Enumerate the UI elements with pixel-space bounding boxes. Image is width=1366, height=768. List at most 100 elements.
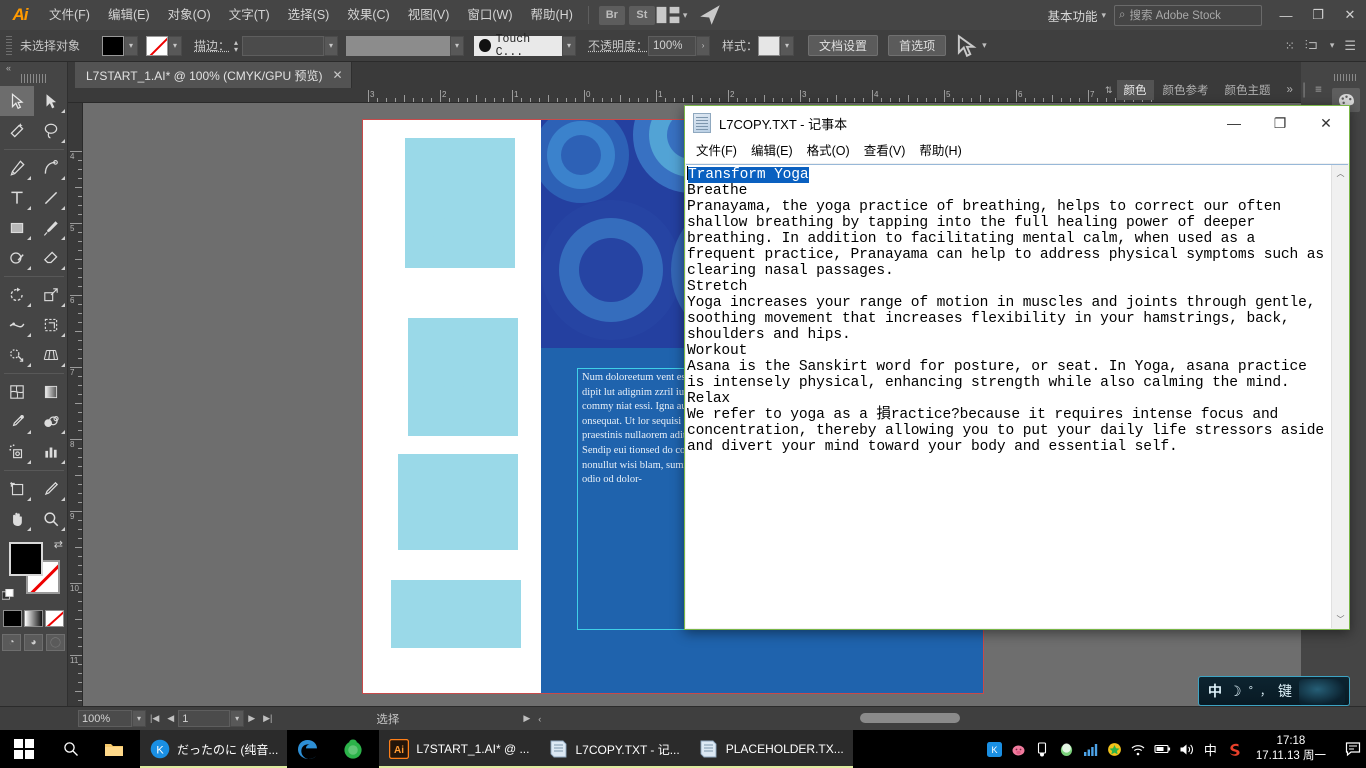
ime-moon-icon[interactable]: ☽: [1229, 683, 1242, 700]
prev-artboard-button[interactable]: ◀: [163, 713, 178, 724]
pen-tool[interactable]: [0, 153, 34, 183]
paintbrush-tool[interactable]: [34, 213, 68, 243]
workspace-switcher[interactable]: 基本功能: [1047, 6, 1099, 25]
taskbar-edge-browser[interactable]: [287, 730, 333, 768]
yoga-pose-silhouette-2[interactable]: [408, 318, 518, 436]
default-fill-stroke-icon[interactable]: [2, 589, 15, 602]
select-similar-chevron-icon[interactable]: ▾: [982, 40, 987, 51]
notepad-menu-help[interactable]: 帮助(H): [912, 140, 968, 163]
menu-type[interactable]: 文字(T): [220, 0, 279, 30]
selection-tool[interactable]: [0, 86, 34, 116]
notepad-menu-format[interactable]: 格式(O): [800, 140, 857, 163]
ime-punctuation-icon[interactable]: °: [1249, 685, 1253, 697]
notepad-minimize-button[interactable]: —: [1211, 106, 1257, 140]
eraser-tool[interactable]: [34, 243, 68, 273]
width-tool[interactable]: [0, 310, 34, 340]
close-button[interactable]: ✕: [1334, 0, 1366, 30]
hand-tool[interactable]: [0, 504, 34, 534]
scale-tool[interactable]: [34, 280, 68, 310]
document-tab-close-icon[interactable]: ✕: [332, 68, 342, 82]
eyedropper-tool[interactable]: [0, 407, 34, 437]
qq-icon[interactable]: [1058, 741, 1075, 758]
notepad-maximize-button[interactable]: ❐: [1257, 106, 1303, 140]
taskbar-notepad-placeholder[interactable]: PLACEHOLDER.TX...: [689, 730, 853, 768]
notepad-close-button[interactable]: ✕: [1303, 106, 1349, 140]
curvature-tool[interactable]: [34, 153, 68, 183]
taskbar-kugou-music[interactable]: K だったのに (纯音...: [140, 730, 287, 768]
menu-window[interactable]: 窗口(W): [458, 0, 521, 30]
search-adobe-stock[interactable]: ⌕ 搜索 Adobe Stock: [1114, 5, 1262, 26]
fill-dropdown[interactable]: ▾: [124, 36, 138, 56]
notification-icon[interactable]: [1340, 730, 1366, 768]
blend-tool[interactable]: [34, 407, 68, 437]
artboard-number-field[interactable]: 1: [178, 710, 230, 727]
normal-screen-mode-icon[interactable]: ◔: [2, 634, 21, 651]
menu-select[interactable]: 选择(S): [279, 0, 339, 30]
type-tool[interactable]: [0, 183, 34, 213]
preferences-button[interactable]: 首选项: [888, 35, 946, 56]
fullscreen-menubar-mode-icon[interactable]: ◕: [24, 634, 43, 651]
shape-builder-tool[interactable]: [0, 340, 34, 370]
right-dock-grip[interactable]: [1334, 74, 1358, 81]
menu-edit[interactable]: 编辑(E): [99, 0, 159, 30]
stroke-weight-spinner[interactable]: ▴▾: [230, 39, 242, 53]
sogou-pinyin-icon[interactable]: [1226, 741, 1243, 758]
notepad-menu-view[interactable]: 查看(V): [857, 140, 913, 163]
stroke-profile-field[interactable]: [346, 36, 450, 56]
volume-icon[interactable]: [1178, 741, 1195, 758]
distribute-icon[interactable]: ⫶⊐: [1305, 38, 1318, 53]
yoga-pose-silhouette-3[interactable]: [398, 454, 518, 550]
tab-color[interactable]: 颜色: [1117, 80, 1154, 100]
tab-color-themes[interactable]: 颜色主题: [1218, 80, 1278, 100]
taskbar-search-icon[interactable]: [48, 730, 94, 768]
tab-color-guide[interactable]: 颜色参考: [1156, 80, 1216, 100]
notepad-selected-text[interactable]: Transform Yoga: [688, 167, 809, 183]
stroke-weight-label[interactable]: 描边：: [194, 37, 230, 54]
fill-color-control[interactable]: [9, 542, 43, 576]
tools-panel-grip[interactable]: [21, 74, 47, 83]
wifi-icon[interactable]: [1130, 741, 1147, 758]
last-artboard-button[interactable]: ▶|: [259, 713, 276, 724]
menu-view[interactable]: 视图(V): [399, 0, 459, 30]
zoom-dropdown[interactable]: ▾: [132, 710, 146, 727]
symbol-sprayer-tool[interactable]: [0, 437, 34, 467]
scroll-down-icon[interactable]: ﹀: [1332, 611, 1349, 628]
workspace-chevron-icon[interactable]: ▾: [1101, 10, 1106, 21]
status-collapse-icon[interactable]: ‹: [534, 714, 545, 724]
artboard-tool[interactable]: [0, 474, 34, 504]
brush-dropdown[interactable]: ▾: [562, 36, 576, 56]
control-bar-grip[interactable]: [6, 36, 12, 56]
free-transform-tool[interactable]: [34, 310, 68, 340]
taskbar-illustrator[interactable]: Ai L7START_1.AI* @ ...: [379, 730, 538, 768]
stroke-dropdown[interactable]: ▾: [168, 36, 182, 56]
document-setup-button[interactable]: 文档设置: [808, 35, 878, 56]
notepad-text-area[interactable]: Transform Yoga Breathe Pranayama, the yo…: [686, 165, 1331, 628]
shield-icon[interactable]: [1106, 741, 1123, 758]
control-panel-menu-icon[interactable]: ☰: [1344, 38, 1356, 54]
pig-icon[interactable]: [1010, 741, 1027, 758]
perspective-grid-tool[interactable]: [34, 340, 68, 370]
gradient-tool[interactable]: [34, 377, 68, 407]
menu-help[interactable]: 帮助(H): [522, 0, 582, 30]
magic-wand-tool[interactable]: [0, 116, 34, 146]
lasso-tool[interactable]: [34, 116, 68, 146]
status-expand-icon[interactable]: ▶: [519, 713, 534, 724]
horizontal-scrollbar[interactable]: [860, 713, 960, 723]
maximize-button[interactable]: ❐: [1302, 0, 1334, 30]
tools-panel-collapse-icon[interactable]: «: [0, 62, 67, 74]
rectangle-tool[interactable]: [0, 213, 34, 243]
menu-effect[interactable]: 效果(C): [338, 0, 398, 30]
next-artboard-button[interactable]: ▶: [244, 713, 259, 724]
gradient-swatch-button[interactable]: [24, 610, 43, 627]
rotate-tool[interactable]: [0, 280, 34, 310]
ime-language-indicator[interactable]: 中: [1202, 741, 1219, 758]
column-graph-tool[interactable]: [34, 437, 68, 467]
panel-collapse-icon[interactable]: ⇅: [1105, 85, 1115, 96]
notepad-scrollbar[interactable]: ︿ ﹀: [1331, 165, 1348, 628]
line-segment-tool[interactable]: [34, 183, 68, 213]
fill-swatch[interactable]: [102, 36, 124, 56]
menu-file[interactable]: 文件(F): [40, 0, 99, 30]
swap-fill-stroke-icon[interactable]: ⇄: [54, 538, 63, 551]
signal-icon[interactable]: [1082, 741, 1099, 758]
arrange-chevron-icon[interactable]: ▾: [683, 10, 688, 21]
